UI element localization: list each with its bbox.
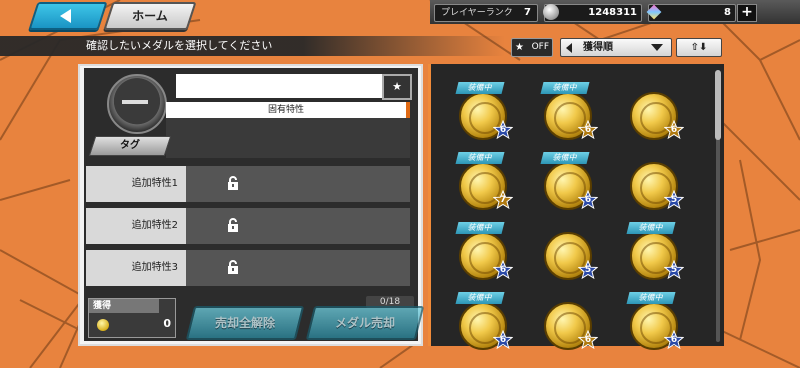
lock-icon	[228, 260, 238, 274]
favorite-filter-toggle[interactable]: ★ OFF	[511, 38, 553, 57]
rarity-star-icon: 6	[493, 120, 513, 140]
equipped-badge: 装備中	[455, 222, 505, 234]
instruction-bar: 確認したいメダルを選択してください	[0, 36, 505, 56]
gold-coin-icon	[97, 319, 109, 331]
empty-dash-icon	[122, 100, 148, 104]
rarity-star-count: 5	[670, 265, 678, 275]
obtain-value: 0	[163, 317, 171, 330]
medal-item[interactable]: 5	[626, 156, 684, 214]
obtain-label: 獲得	[89, 299, 159, 313]
medal-item[interactable]: 装備中 6	[455, 222, 513, 284]
chevron-down-icon	[651, 44, 663, 51]
rarity-star-count: 6	[499, 335, 507, 345]
gem-balance: 8	[646, 4, 736, 22]
favorite-filter-state: OFF	[531, 42, 549, 52]
medal-item[interactable]: 装備中 6	[455, 292, 513, 354]
rarity-star-icon: 6	[493, 330, 513, 350]
additional-trait-row: 追加特性2	[86, 208, 410, 244]
medal-item[interactable]: 5	[540, 226, 598, 284]
rarity-star-icon: 6	[664, 330, 684, 350]
gem-value: 8	[724, 7, 731, 18]
unique-trait-area	[166, 118, 410, 158]
equipped-badge: 装備中	[626, 292, 676, 304]
equipped-badge: 装備中	[626, 222, 676, 234]
additional-trait-row: 追加特性3	[86, 250, 410, 286]
additional-trait-slot[interactable]	[186, 208, 410, 244]
deselect-all-button[interactable]: 売却全解除	[185, 306, 305, 340]
medal-item[interactable]: 6	[626, 86, 684, 144]
coin-value: 1248311	[588, 7, 637, 18]
sort-order-icon: ⇧⬇	[690, 42, 708, 53]
medal-item[interactable]: 装備中 5	[626, 222, 684, 284]
sort-order-button[interactable]: ⇧⬇	[676, 38, 722, 57]
sell-medal-button[interactable]: メダル売却	[305, 306, 425, 340]
medal-item[interactable]: 装備中 7	[455, 152, 513, 214]
rarity-star-icon: 5	[664, 190, 684, 210]
rarity-star-icon: 6	[493, 260, 513, 280]
medal-item[interactable]: 装備中 6	[626, 292, 684, 354]
rarity-star-count: 6	[499, 125, 507, 135]
coin-balance: 1248311	[543, 4, 642, 22]
deselect-all-label: 売却全解除	[214, 316, 275, 330]
star-icon: ★	[515, 42, 524, 53]
equipped-badge: 装備中	[540, 152, 590, 164]
rarity-star-count: 6	[584, 335, 592, 345]
rarity-star-icon: 5	[664, 260, 684, 280]
rarity-star-count: 6	[670, 335, 678, 345]
equipped-badge: 装備中	[455, 152, 505, 164]
rarity-star-icon: 6	[578, 120, 598, 140]
home-button-label: ホーム	[132, 9, 168, 23]
rarity-star-icon: 6	[578, 190, 598, 210]
rarity-star-icon: 5	[578, 260, 598, 280]
back-arrow-icon	[60, 9, 71, 23]
additional-trait-slot[interactable]	[186, 250, 410, 286]
rarity-star-count: 6	[584, 195, 592, 205]
player-rank-label: プレイヤーランク	[441, 8, 513, 18]
add-gems-button[interactable]: +	[737, 4, 757, 22]
lock-icon	[228, 176, 238, 190]
coin-icon	[543, 4, 559, 20]
rarity-star-count: 7	[499, 195, 507, 205]
bookmark-icon: ★	[392, 80, 402, 93]
sort-dropdown[interactable]: 獲得順	[560, 38, 672, 57]
home-button[interactable]: ホーム	[103, 2, 197, 30]
obtain-coins-box: 獲得 0	[88, 298, 176, 338]
medal-item[interactable]: 装備中 6	[540, 152, 598, 214]
medal-name-bar	[176, 74, 410, 98]
additional-trait-row: 追加特性1	[86, 166, 410, 202]
medal-item[interactable]: 装備中 6	[540, 82, 598, 144]
rarity-star-count: 6	[499, 265, 507, 275]
rarity-star-icon: 7	[493, 190, 513, 210]
sort-dropdown-label: 獲得順	[583, 42, 613, 53]
rarity-star-count: 5	[670, 195, 678, 205]
additional-trait-slot[interactable]	[186, 166, 410, 202]
player-rank-box: プレイヤーランク 7	[434, 4, 538, 22]
equipped-badge: 装備中	[455, 292, 505, 304]
bookmark-button[interactable]: ★	[382, 74, 412, 100]
equipped-badge: 装備中	[455, 82, 505, 94]
empty-medal-circle	[107, 74, 167, 134]
equipped-badge: 装備中	[540, 82, 590, 94]
tag-label-text: タグ	[120, 140, 140, 151]
medal-item[interactable]: 6	[540, 296, 598, 354]
gem-icon	[646, 4, 662, 20]
chevron-left-icon	[566, 43, 572, 53]
scrollbar-thumb[interactable]	[715, 70, 721, 140]
rarity-star-count: 5	[584, 265, 592, 275]
player-rank-value: 7	[524, 7, 531, 18]
lock-icon	[228, 218, 238, 232]
rarity-star-count: 6	[670, 125, 678, 135]
rarity-star-count: 6	[584, 125, 592, 135]
additional-trait-label: 追加特性1	[86, 166, 186, 202]
additional-trait-label: 追加特性2	[86, 208, 186, 244]
sell-medal-label: メダル売却	[334, 316, 395, 330]
rarity-star-icon: 6	[578, 330, 598, 350]
tag-label: タグ	[88, 136, 172, 156]
back-button[interactable]	[28, 2, 108, 30]
selected-medal-slot[interactable]	[92, 72, 172, 136]
medal-item[interactable]: 装備中 6	[455, 82, 513, 144]
unique-trait-header: 固有特性	[166, 102, 410, 118]
rarity-star-icon: 6	[664, 120, 684, 140]
additional-trait-label: 追加特性3	[86, 250, 186, 286]
